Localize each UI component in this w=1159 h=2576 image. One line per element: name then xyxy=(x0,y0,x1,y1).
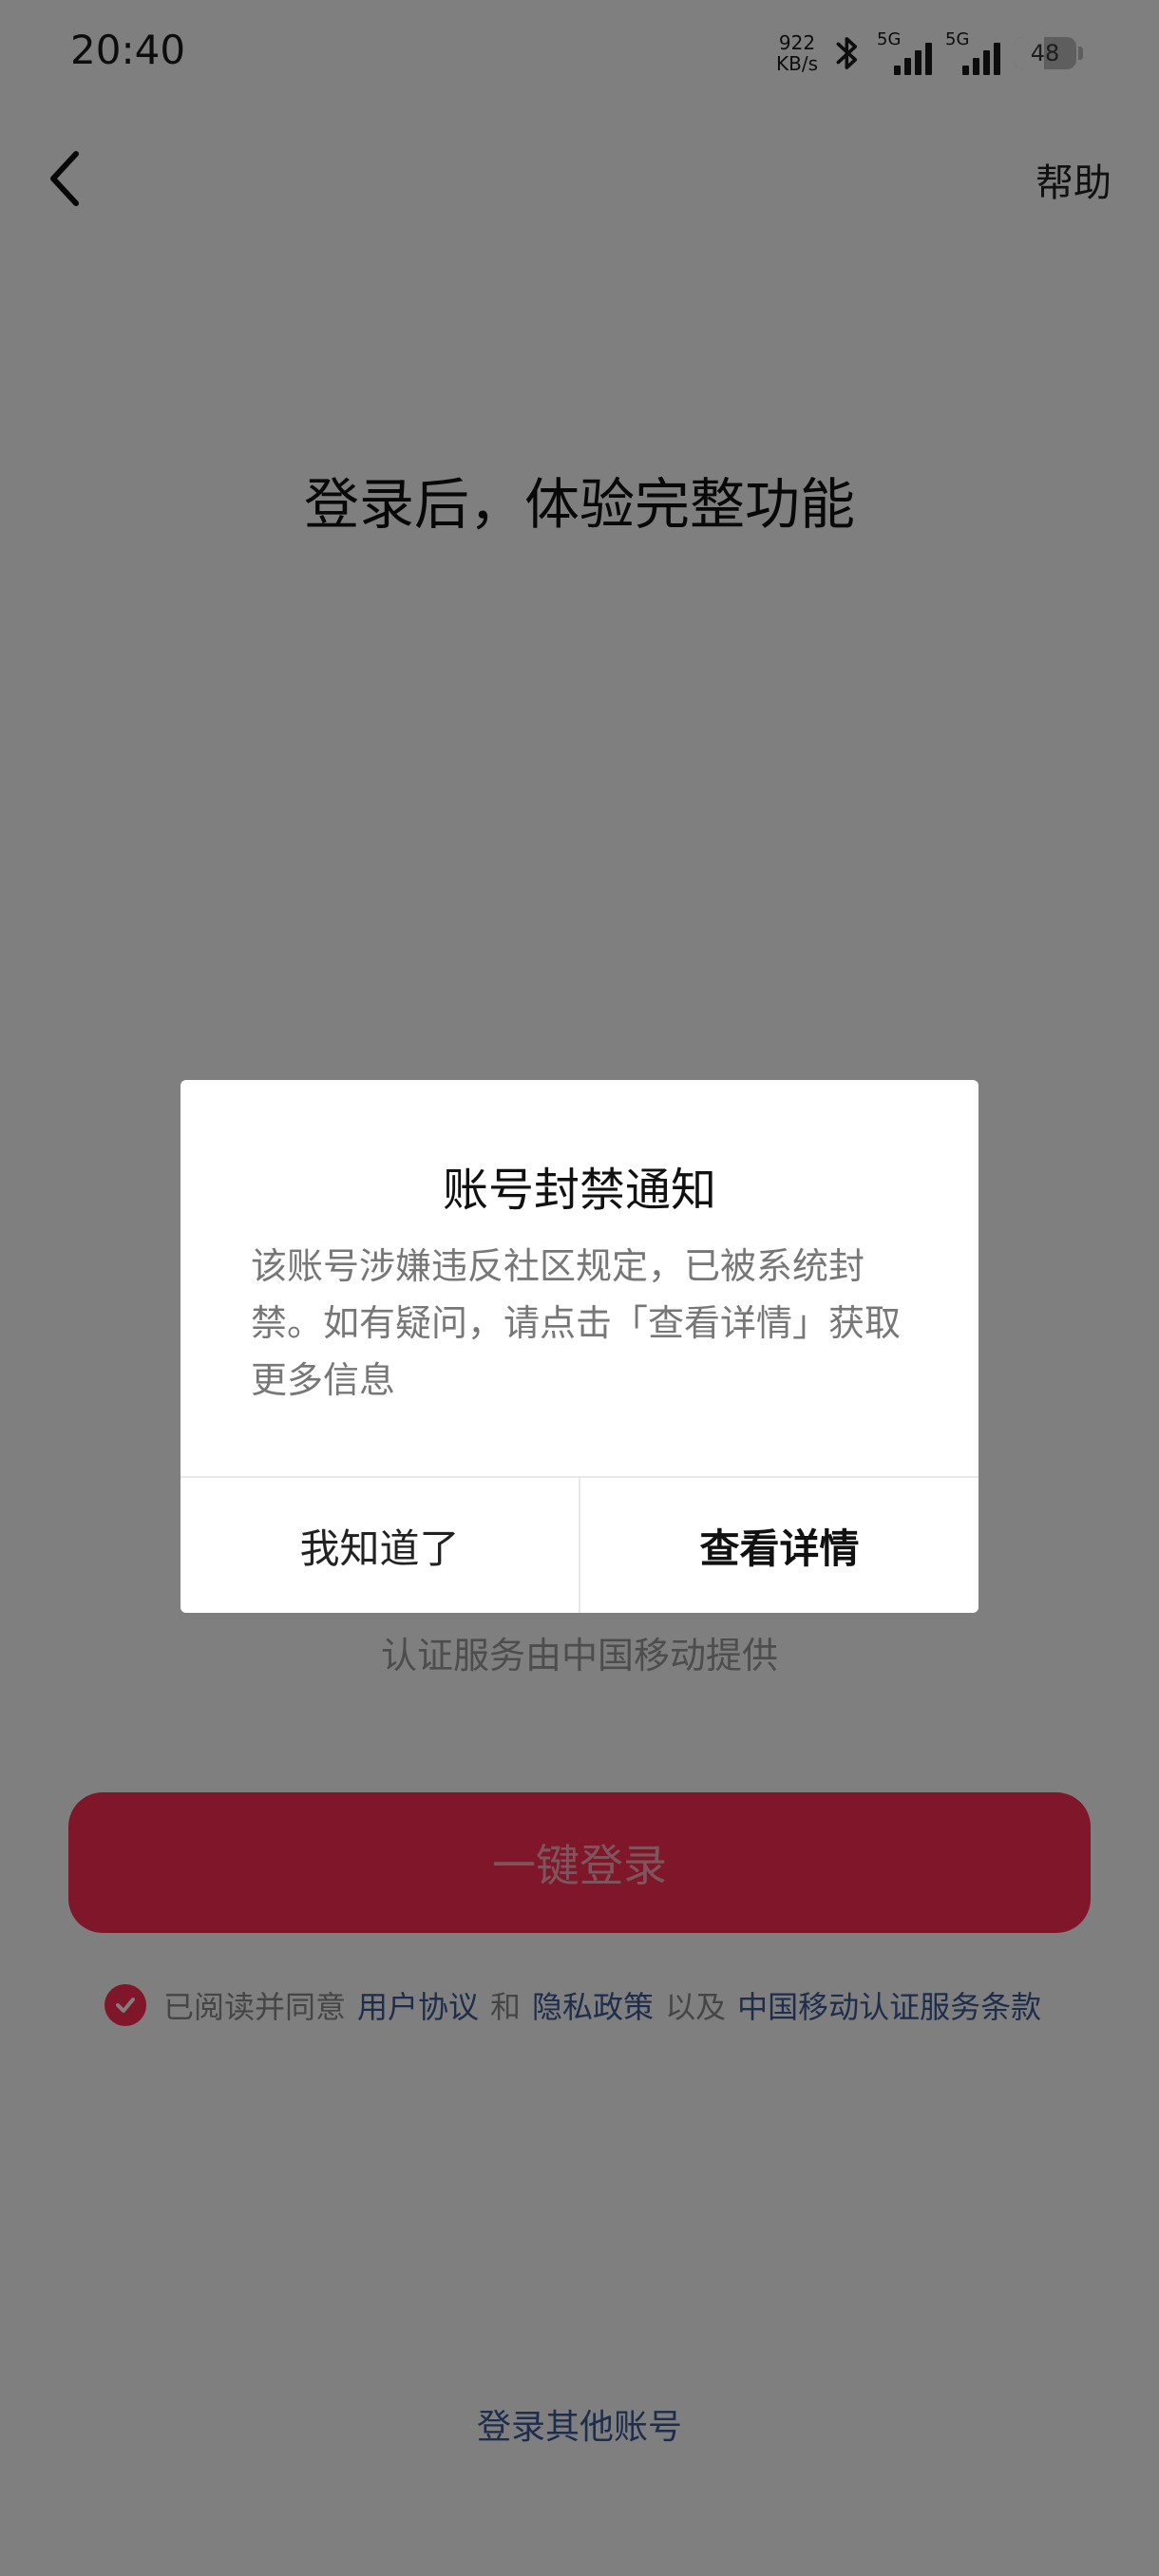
dismiss-button[interactable]: 我知道了 xyxy=(180,1478,579,1613)
view-details-button[interactable]: 查看详情 xyxy=(580,1478,978,1613)
dialog-message: 该账号涉嫌违反社区规定，已被系统封禁。如有疑问，请点击「查看详情」获取更多信息 xyxy=(251,1245,902,1401)
login-page: 20:40 922 KB/s 5G 5G xyxy=(0,0,1159,2576)
ban-notice-dialog: 账号封禁通知 该账号涉嫌违反社区规定，已被系统封禁。如有疑问，请点击「查看详情」… xyxy=(180,1080,978,1613)
dialog-title: 账号封禁通知 xyxy=(442,1164,716,1217)
